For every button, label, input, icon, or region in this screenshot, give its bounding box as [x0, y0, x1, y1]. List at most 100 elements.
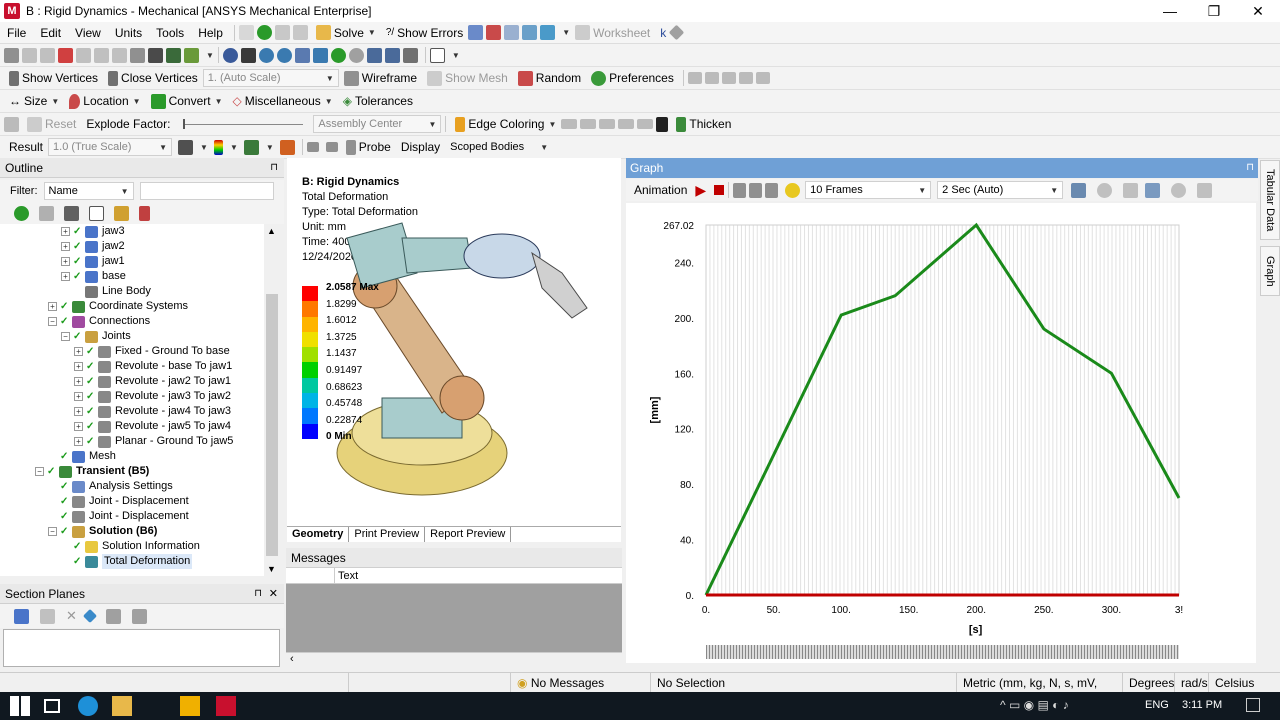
edge-display-icon-3[interactable]: [599, 119, 616, 129]
tripod-icon[interactable]: [22, 47, 37, 63]
contour-icon[interactable]: [213, 139, 223, 155]
plane-settings-icon[interactable]: [131, 608, 147, 624]
menu-view[interactable]: View: [68, 26, 108, 40]
scroll-down-icon[interactable]: ▼: [267, 564, 276, 574]
status-rads[interactable]: rad/s: [1174, 673, 1208, 693]
sort-icon[interactable]: [139, 205, 150, 221]
slider-handle[interactable]: [183, 118, 186, 129]
clock[interactable]: 3:11 PM: [1182, 699, 1222, 711]
result-scale-combo[interactable]: 1.0 (True Scale) ▼: [48, 138, 173, 156]
edge-display-icon-1[interactable]: [561, 119, 578, 129]
tree-item[interactable]: ✓ Total Deformation: [0, 554, 264, 569]
graph-zoom-out-icon[interactable]: [1171, 182, 1187, 198]
expander-icon[interactable]: −: [48, 527, 57, 536]
selection-filter-icon[interactable]: [184, 47, 199, 63]
tab-report-preview[interactable]: Report Preview: [425, 527, 512, 542]
annotation-icon-4[interactable]: [738, 72, 753, 84]
chevron-down-icon[interactable]: ▼: [230, 143, 238, 152]
worksheet-button[interactable]: Worksheet: [570, 23, 655, 43]
expander-icon[interactable]: −: [61, 332, 70, 341]
tab-geometry[interactable]: Geometry: [287, 527, 350, 542]
status-messages[interactable]: ◉ No Messages: [510, 673, 650, 693]
copy-icon-2[interactable]: [292, 25, 308, 40]
wireframe-button[interactable]: Wireframe: [339, 68, 422, 88]
expand-all-icon[interactable]: [89, 205, 104, 221]
tab-print-preview[interactable]: Print Preview: [349, 527, 426, 542]
status-units[interactable]: Metric (mm, kg, N, s, mV, mA): [956, 673, 1122, 710]
ansys-workbench-icon[interactable]: [180, 696, 200, 716]
pin-icon[interactable]: ⊓: [270, 158, 278, 178]
tree-item[interactable]: − ✓ Connections: [0, 314, 264, 329]
thicken-button[interactable]: Thicken: [671, 114, 736, 134]
size-dropdown[interactable]: ↔ Size ▼: [4, 91, 64, 111]
worksheet-view-icon[interactable]: [238, 25, 254, 40]
tree-item[interactable]: + ✓ Planar - Ground To jaw5: [0, 434, 264, 449]
vertex-select-icon[interactable]: [76, 47, 91, 63]
expander-icon[interactable]: +: [61, 257, 70, 266]
expander-icon[interactable]: +: [74, 347, 83, 356]
report-icon[interactable]: [468, 25, 484, 40]
pin-icon[interactable]: ⊓: [254, 584, 262, 604]
minimize-button[interactable]: —: [1148, 0, 1192, 22]
reset-button[interactable]: Reset: [22, 114, 81, 134]
frames-combo[interactable]: 10 Frames ▼: [805, 181, 932, 199]
tree-item[interactable]: + ✓ Revolute - jaw5 To jaw4: [0, 419, 264, 434]
figure-icon[interactable]: [540, 25, 556, 40]
restore-button[interactable]: ❐: [1192, 0, 1236, 22]
tree-item[interactable]: ✓ Joint - Displacement: [0, 494, 264, 509]
annotation-icon-5[interactable]: [755, 72, 770, 84]
folder-icon[interactable]: [114, 205, 129, 221]
tab-tabular-data[interactable]: Tabular Data: [1260, 160, 1280, 240]
filter-search-input[interactable]: [139, 182, 274, 200]
menu-units[interactable]: Units: [108, 26, 149, 40]
expander-icon[interactable]: +: [74, 407, 83, 416]
edge-display-icon-4[interactable]: [618, 119, 635, 129]
delete-icon[interactable]: ✕: [66, 608, 77, 624]
task-view-icon[interactable]: [44, 699, 60, 713]
tree-item[interactable]: Line Body: [0, 284, 264, 299]
show-mesh-button[interactable]: Show Mesh: [422, 68, 513, 88]
annotation-icon-3[interactable]: [721, 72, 736, 84]
expander-icon[interactable]: +: [74, 377, 83, 386]
graph-zoom-icon[interactable]: [1097, 182, 1113, 198]
scroll-up-icon[interactable]: ▲: [267, 226, 276, 236]
deformation-chart[interactable]: 0. 40. 80. 120. 160. 200. 240. 267.02 0. 50. 100. 1…: [626, 203, 1256, 663]
tree-item[interactable]: + ✓ Revolute - jaw3 To jaw2: [0, 389, 264, 404]
notification-icon[interactable]: [1246, 698, 1260, 712]
convert-dropdown[interactable]: Convert ▼: [146, 91, 228, 111]
zoom-box-icon[interactable]: [276, 47, 292, 63]
tree-item[interactable]: + ✓ Revolute - jaw4 To jaw3: [0, 404, 264, 419]
text-column[interactable]: Text: [334, 568, 358, 584]
close-button[interactable]: ✕: [1236, 0, 1280, 22]
tree-item[interactable]: + ✓ jaw2: [0, 239, 264, 254]
close-vertices-button[interactable]: Close Vertices: [103, 68, 203, 88]
vector-display-icon[interactable]: [279, 139, 295, 155]
tree-item[interactable]: + ✓ Revolute - jaw2 To jaw1: [0, 374, 264, 389]
graph-left-icon[interactable]: [1123, 182, 1139, 198]
tree-item[interactable]: ✓ Analysis Settings: [0, 479, 264, 494]
expander-icon[interactable]: +: [74, 437, 83, 446]
edge-pen-icon[interactable]: [656, 116, 669, 132]
chevron-down-icon[interactable]: ▼: [452, 51, 460, 60]
show-vertices-button[interactable]: Show Vertices: [4, 68, 103, 88]
scroll-left-icon[interactable]: ‹: [290, 653, 294, 665]
magnifier-alt-icon[interactable]: [348, 47, 364, 63]
assembly-center-combo[interactable]: Assembly Center ▼: [313, 115, 442, 133]
tripod-alt-icon[interactable]: [40, 47, 55, 63]
comment-icon[interactable]: [504, 25, 520, 40]
filter-combo[interactable]: Name ▼: [43, 182, 134, 200]
scroll-thumb[interactable]: [266, 294, 278, 556]
outline-scrollbar[interactable]: ▲ ▼: [264, 224, 280, 576]
expander-icon[interactable]: −: [35, 467, 44, 476]
expander-icon[interactable]: +: [74, 392, 83, 401]
stop-icon[interactable]: [714, 185, 725, 195]
min-label-icon[interactable]: [325, 142, 338, 152]
rotate-icon[interactable]: [222, 47, 238, 63]
menu-help[interactable]: Help: [191, 26, 230, 40]
tree-item[interactable]: + ✓ base: [0, 269, 264, 284]
check-mark-icon[interactable]: [256, 25, 272, 40]
chart-icon[interactable]: [486, 25, 502, 40]
light-bulb-icon[interactable]: [785, 182, 801, 198]
edit-section-plane-icon[interactable]: [40, 608, 55, 624]
tree-item[interactable]: + ✓ Coordinate Systems: [0, 299, 264, 314]
